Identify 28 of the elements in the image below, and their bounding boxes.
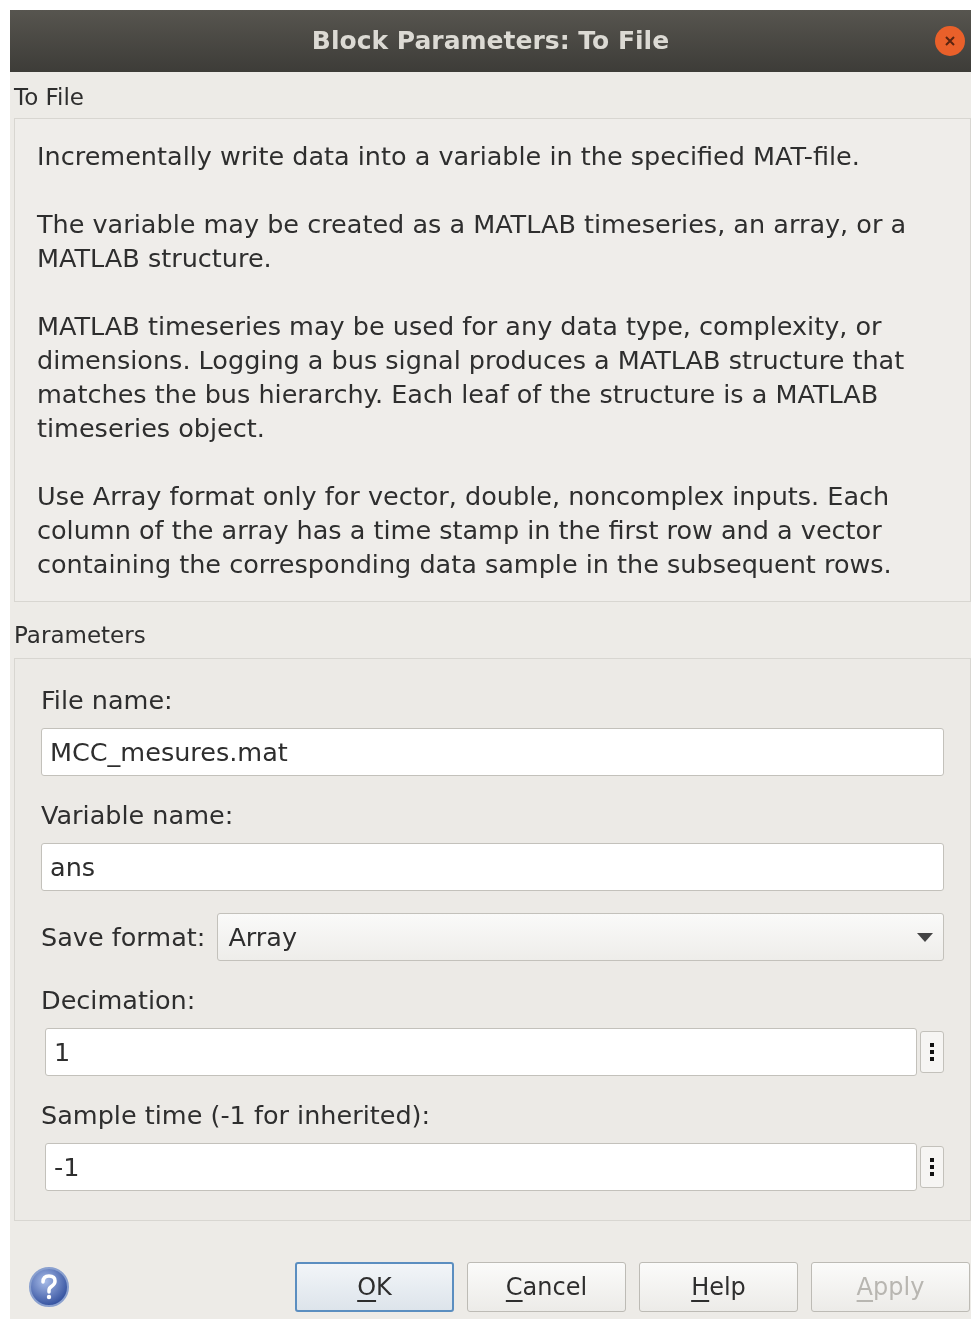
description-paragraph: Incrementally write data into a variable in the specified MAT-file.: [37, 140, 861, 173]
vertical-dots-icon: [930, 1042, 934, 1062]
dropdown-arrow-icon: [917, 932, 933, 942]
help-icon[interactable]: [28, 1266, 70, 1308]
description-paragraph: The variable may be created as a MATLAB timeseries, an array, or a MATLAB structure.: [37, 208, 908, 275]
dialog-button[interactable]: Cancel: [467, 1262, 626, 1312]
field-label: Decimation:: [41, 984, 197, 1016]
save-format-dropdown[interactable]: Array: [217, 913, 944, 961]
input-field[interactable]: ans: [41, 843, 944, 891]
more-options-button[interactable]: [920, 1031, 944, 1073]
window-title: Block Parameters: To File: [311, 25, 670, 58]
parameters-heading: Parameters: [13, 621, 147, 650]
close-button[interactable]: [935, 26, 965, 56]
vertical-dots-icon: [930, 1157, 934, 1177]
input-field[interactable]: MCC_mesures.mat: [41, 728, 944, 776]
description-paragraph: MATLAB timeseries may be used for any data type, complexity, or dimensions. Logging a bus signal produces a MATLAB structure that matches the bus hierarchy. Each leaf of the structure is a MATLAB timeseries object.: [37, 310, 906, 445]
dialog-button[interactable]: Help: [639, 1262, 798, 1312]
dialog-button[interactable]: OK: [295, 1262, 454, 1312]
close-icon: [944, 35, 956, 47]
block-name: To File: [13, 83, 85, 112]
field-label: Sample time (-1 for inherited):: [41, 1099, 432, 1131]
field-label: Save format:: [41, 920, 206, 954]
field-label: Variable name:: [41, 799, 235, 831]
input-field[interactable]: -1: [45, 1143, 917, 1191]
input-field[interactable]: 1: [45, 1028, 917, 1076]
field-label: File name:: [41, 684, 174, 716]
more-options-button[interactable]: [920, 1146, 944, 1188]
description-paragraph: Use Array format only for vector, double, noncomplex inputs. Each column of the array has a time stamp in the first row and a vector containing the corresponding data sample in the subsequent rows.: [37, 480, 893, 581]
